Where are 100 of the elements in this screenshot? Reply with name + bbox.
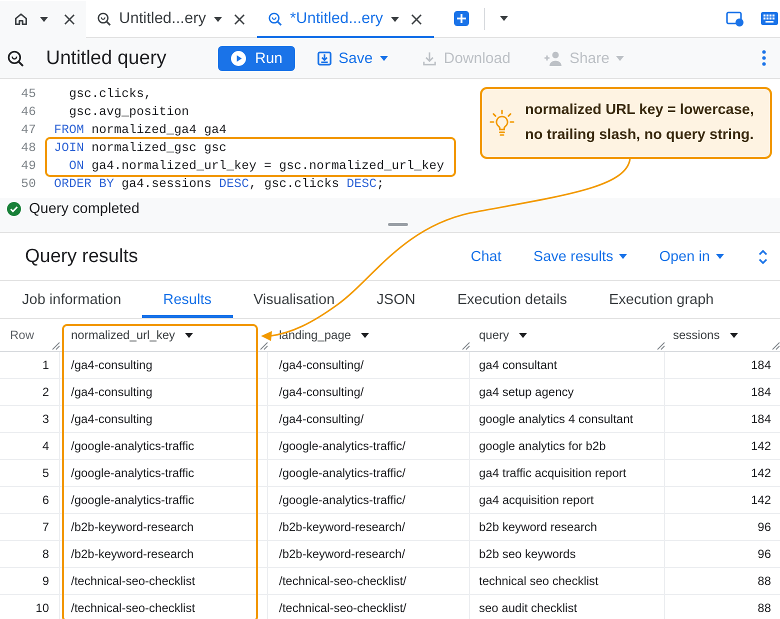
table-cell: 142	[665, 487, 780, 514]
line-number: 50	[20, 176, 36, 193]
row-number: 1	[0, 352, 60, 379]
table-cell: /b2b-keyword-research/	[268, 514, 470, 541]
editor-tab[interactable]: Untitled...ery	[86, 0, 258, 38]
table-cell: /technical-seo-checklist/	[268, 595, 470, 619]
row-number: 9	[0, 568, 60, 595]
table-cell: 184	[665, 352, 780, 379]
caret-icon[interactable]	[40, 16, 48, 22]
line-number: 49	[20, 158, 36, 175]
plus-icon	[457, 14, 466, 23]
action-button[interactable]: Open in	[659, 248, 724, 264]
person-add-icon	[544, 50, 562, 66]
row-number: 6	[0, 487, 60, 514]
screen-icon[interactable]	[726, 10, 744, 26]
close-icon[interactable]	[64, 14, 75, 24]
table-cell: seo audit checklist	[470, 595, 665, 619]
keyboard-icon[interactable]	[761, 12, 778, 25]
more-icon[interactable]	[762, 50, 766, 66]
table-cell: /b2b-keyword-research	[60, 541, 268, 568]
table-cell: ga4 traffic acquisition report	[470, 460, 665, 487]
table-cell: ga4 setup agency	[470, 379, 665, 406]
caret-icon[interactable]	[500, 16, 508, 21]
action-button[interactable]: Chat	[470, 248, 502, 264]
table-cell: /google-analytics-traffic/	[268, 433, 470, 460]
table-cell: ga4 acquisition report	[470, 487, 665, 514]
results-title: Query results	[25, 246, 138, 268]
lightbulb-icon	[489, 109, 515, 137]
table-cell: 142	[665, 433, 780, 460]
table-cell: 88	[665, 568, 780, 595]
resize-handle-icon[interactable]	[772, 342, 780, 350]
table-cell: b2b seo keywords	[470, 541, 665, 568]
run-button[interactable]: Run	[218, 46, 295, 70]
magnifier-icon	[7, 50, 24, 66]
table-cell: /google-analytics-traffic/	[268, 460, 470, 487]
table-cell: /google-analytics-traffic	[60, 460, 268, 487]
table-cell: ga4 consultant	[470, 352, 665, 379]
new-tab-button[interactable]	[454, 11, 470, 26]
table-cell: /google-analytics-traffic	[60, 433, 268, 460]
status-text: Query completed	[29, 200, 140, 216]
table-cell: /ga4-consulting	[60, 352, 268, 379]
line-number: 47	[20, 122, 36, 139]
tab[interactable]: Execution details	[436, 281, 588, 318]
code-line: ORDER BY ga4.sessions DESC, gsc.clicks DESC;	[54, 176, 384, 193]
close-icon[interactable]	[234, 14, 246, 24]
table-cell: /ga4-consulting/	[268, 406, 470, 433]
table-cell: /ga4-consulting/	[268, 379, 470, 406]
table-cell: 142	[665, 460, 780, 487]
editor-tab[interactable]	[0, 0, 86, 38]
table-cell: google analytics 4 consultant	[470, 406, 665, 433]
table-cell: /ga4-consulting	[60, 406, 268, 433]
row-number: 8	[0, 541, 60, 568]
table-cell: 96	[665, 541, 780, 568]
save-button[interactable]: Save	[308, 46, 396, 70]
row-number: 5	[0, 460, 60, 487]
row-number: 10	[0, 595, 60, 619]
table-cell: 88	[665, 595, 780, 619]
code-line: FROM normalized_ga4 ga4	[54, 122, 227, 139]
caret-icon[interactable]	[214, 16, 222, 22]
row-number: 3	[0, 406, 60, 433]
resize-handle-icon[interactable]	[657, 342, 665, 350]
table-cell: google analytics for b2b	[470, 433, 665, 460]
resize-handle-icon[interactable]	[52, 342, 60, 350]
table-cell: /google-analytics-traffic/	[268, 487, 470, 514]
tab[interactable]: JSON	[356, 281, 436, 318]
callout-text: normalized URL key = lowercase, no trailing slash, no query string.	[525, 101, 756, 145]
code-line: JOIN normalized_gsc gsc	[54, 140, 227, 157]
chevron-up-down-icon[interactable]	[758, 248, 768, 264]
tab[interactable]: Job information	[1, 281, 142, 318]
table-cell: /technical-seo-checklist	[60, 595, 268, 619]
magnifier-icon	[268, 12, 282, 26]
code-line: gsc.clicks,	[68, 86, 152, 103]
table-cell: 96	[665, 514, 780, 541]
tab[interactable]: Visualisation	[232, 281, 356, 318]
caret-icon[interactable]	[391, 16, 400, 22]
code-line: ON ga4.normalized_url_key = gsc.normalized_url_key	[68, 158, 444, 175]
table-cell: /google-analytics-traffic	[60, 487, 268, 514]
table-cell: technical seo checklist	[470, 568, 665, 595]
home-icon	[14, 12, 28, 26]
table-cell: /technical-seo-checklist	[60, 568, 268, 595]
drag-handle[interactable]	[388, 223, 408, 226]
close-icon[interactable]	[411, 14, 422, 24]
row-number: 2	[0, 379, 60, 406]
table-cell: /technical-seo-checklist/	[268, 568, 470, 595]
table-cell: /b2b-keyword-research	[60, 514, 268, 541]
row-number: 7	[0, 514, 60, 541]
resize-handle-icon[interactable]	[462, 342, 470, 350]
table-cell: /ga4-consulting/	[268, 352, 470, 379]
line-number: 45	[20, 86, 36, 103]
line-number: 48	[20, 140, 36, 157]
resize-handle-icon[interactable]	[260, 342, 268, 350]
tab[interactable]: Execution graph	[588, 281, 735, 318]
action-button[interactable]: Save results	[533, 248, 628, 264]
code-line: gsc.avg_position	[68, 104, 190, 121]
save-icon	[316, 50, 332, 66]
table-cell: /b2b-keyword-research/	[268, 541, 470, 568]
row-number: 4	[0, 433, 60, 460]
table-cell: /ga4-consulting	[60, 379, 268, 406]
magnifier-icon	[97, 12, 111, 26]
play-icon	[231, 50, 246, 66]
